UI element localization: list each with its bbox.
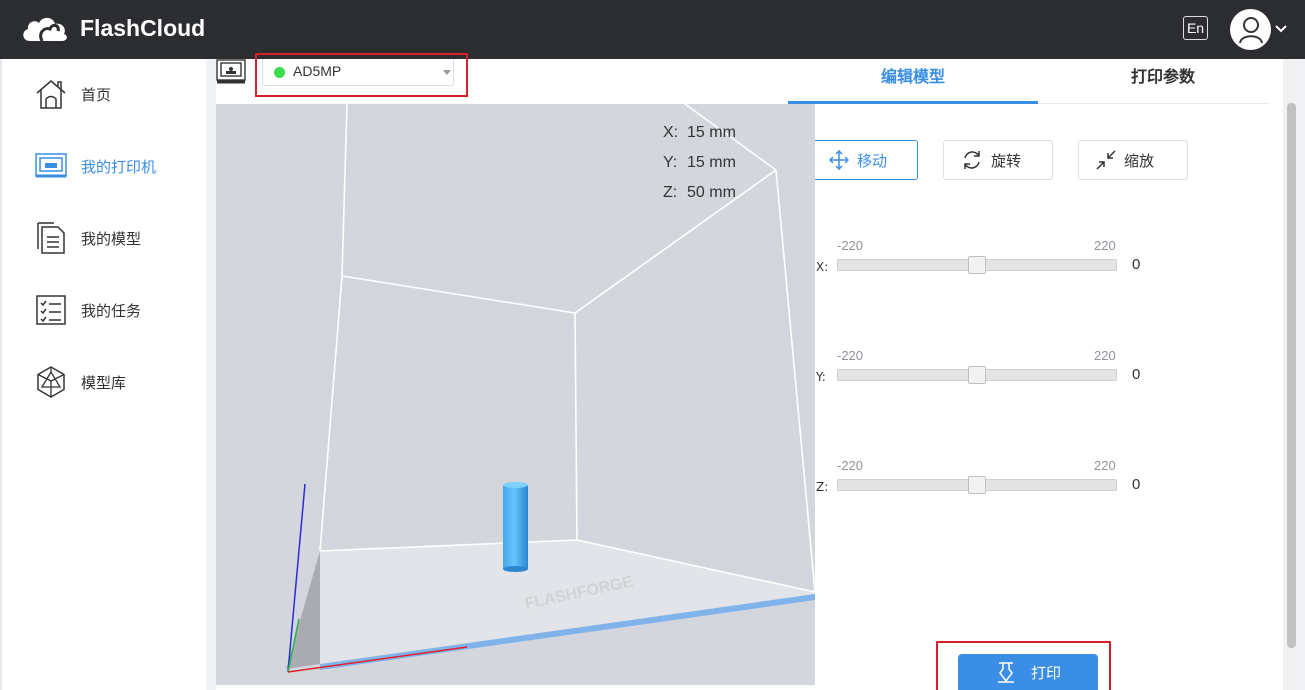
sidebar-item-label: 首页 [81,85,112,104]
slider-y: Y: -220 220 0 [816,348,1156,408]
edit-tabs: 编辑模型 打印参数 [788,59,1268,104]
scale-label: 缩放 [1124,151,1155,170]
chevron-down-icon[interactable] [1275,24,1287,34]
sidebar-item-label: 我的打印机 [81,157,157,176]
move-label: 移动 [857,151,888,170]
rotate-button[interactable]: 旋转 [943,140,1053,180]
print-label: 打印 [1030,663,1061,682]
avatar[interactable] [1230,9,1271,50]
dim-z-value: 50 mm [687,184,736,201]
model-library-icon [37,366,65,398]
rotate-icon [964,151,980,169]
app-name: FlashCloud [80,14,206,41]
top-bar: FlashCloud En [0,0,1305,59]
slider-max: 220 [1094,348,1116,363]
slider-value: 0 [1132,366,1141,383]
slider-min: -220 [837,348,864,363]
dim-y-value: 15 mm [687,154,736,171]
dim-z-label: Z: [663,184,678,201]
slider-x: X: -220 220 0 [816,238,1156,298]
slider-max: 220 [1094,238,1116,253]
printer-panel: AD5MP FLASHFORGE X: 15 mm Y: 15 mm Z: 50… [216,59,1300,690]
chevron-down-icon [443,70,451,75]
3d-viewport[interactable]: FLASHFORGE X: 15 mm Y: 15 mm Z: 50 mm [216,104,815,685]
main-content: AD5MP FLASHFORGE X: 15 mm Y: 15 mm Z: 50… [206,59,1305,690]
model-dimensions: X: 15 mm Y: 15 mm Z: 50 mm [663,118,736,208]
slider-thumb[interactable] [968,256,986,274]
sidebar-item-home[interactable]: 首页 [34,74,111,114]
document-icon [37,222,65,254]
tab-underline [788,101,1038,104]
tab-edit-model[interactable]: 编辑模型 [788,63,1038,87]
slider-z: Z: -220 220 0 [816,458,1156,518]
dim-x-label: X: [663,124,679,141]
slider-axis-label: Z: [816,480,829,494]
move-icon [829,150,849,170]
move-button[interactable]: 移动 [815,140,918,180]
scale-icon [1096,150,1116,170]
sidebar-item-my-models[interactable]: 我的模型 [34,218,141,258]
model-cylinder [503,485,528,569]
slider-min: -220 [837,238,864,253]
printer-icon [35,153,67,178]
cloud-logo-icon [23,17,67,42]
task-list-icon [36,295,66,325]
scrollbar-thumb[interactable] [1287,103,1296,648]
status-dot [274,67,285,78]
slider-max: 220 [1094,458,1116,473]
logo[interactable]: FlashCloud [20,13,205,43]
slider-value: 0 [1132,476,1141,493]
sidebar-item-my-tasks[interactable]: 我的任务 [34,290,141,330]
rotate-label: 旋转 [991,151,1022,170]
sidebar-item-my-printers[interactable]: 我的打印机 [34,146,156,186]
sidebar-item-label: 我的模型 [81,229,142,248]
print-button[interactable]: 打印 [958,654,1098,690]
nozzle-icon [997,662,1014,683]
scale-button[interactable]: 缩放 [1078,140,1188,180]
slider-thumb[interactable] [968,366,986,384]
slider-min: -220 [837,458,864,473]
dim-x-value: 15 mm [687,124,736,141]
slider-axis-label: X: [816,260,829,274]
tab-print-params[interactable]: 打印参数 [1038,63,1288,87]
printer-preview-icon[interactable] [216,59,246,85]
home-icon [36,80,66,109]
slider-thumb[interactable] [968,476,986,494]
printer-name: AD5MP [293,63,342,79]
printer-select[interactable]: AD5MP [262,59,454,86]
slider-axis-label: Y: [816,370,826,384]
sidebar-item-model-library[interactable]: 模型库 [34,362,126,402]
dim-y-label: Y: [663,154,678,171]
user-icon [1238,16,1263,43]
sidebar: 首页 我的打印机 我的模型 我的任务 模型库 [0,59,206,690]
slider-value: 0 [1132,256,1141,273]
scrollbar[interactable] [1283,59,1300,690]
sidebar-item-label: 我的任务 [81,301,142,320]
language-button[interactable]: En [1183,16,1208,40]
sidebar-item-label: 模型库 [81,373,127,392]
